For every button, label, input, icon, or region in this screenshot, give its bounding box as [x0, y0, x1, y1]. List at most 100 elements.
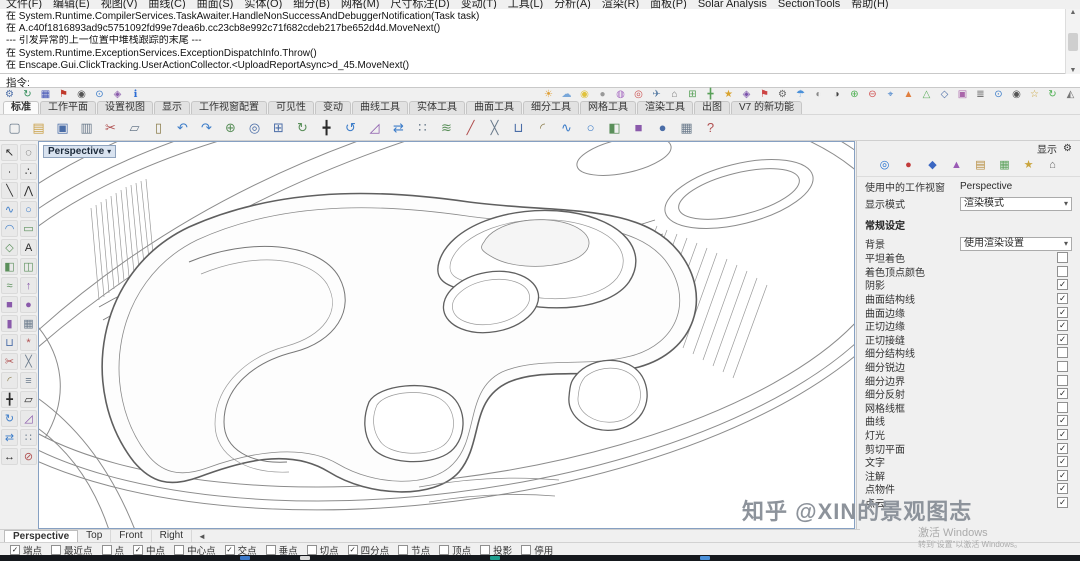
flag-icon[interactable]: ⚑	[758, 89, 771, 101]
redo-icon[interactable]: ↷	[196, 117, 217, 138]
new-file-icon[interactable]: ▢	[4, 117, 25, 138]
command-history[interactable]: 在 System.Runtime.CompilerServices.TaskAw…	[0, 9, 1066, 74]
toolbar-tab[interactable]: 曲面工具	[466, 101, 522, 114]
flag-icon[interactable]: ⚑	[57, 89, 70, 101]
snapshot-icon[interactable]: ◉	[1010, 89, 1023, 101]
offset-icon[interactable]: ≋	[436, 117, 457, 138]
toolbar-tab[interactable]: 出图	[694, 101, 730, 114]
toolbar-tab[interactable]: 可见性	[268, 101, 314, 114]
toolbar-tab[interactable]: 工作平面	[40, 101, 96, 114]
pan-icon[interactable]: ⊕	[220, 117, 241, 138]
gem-icon[interactable]: ◈	[111, 89, 124, 101]
lasso-icon[interactable]: ◌	[20, 144, 37, 161]
menu-item[interactable]: 实体(O)	[244, 0, 282, 9]
eye-icon[interactable]: ⊙	[93, 89, 106, 101]
toolbar-tab[interactable]: 标准	[3, 101, 39, 114]
background-select[interactable]: 使用渲染设置 ▾	[960, 236, 1072, 251]
crosshair-icon[interactable]: ⌖	[884, 89, 897, 101]
circle-icon[interactable]: ○	[20, 201, 37, 218]
surface-icon[interactable]: ◧	[604, 117, 625, 138]
mesh-icon[interactable]: ▦	[20, 315, 37, 332]
shade-left-icon[interactable]: ◐	[812, 89, 825, 101]
mirror-icon[interactable]: ⇄	[1, 429, 18, 446]
explode-icon[interactable]: *	[20, 334, 37, 351]
menu-item[interactable]: 工具(L)	[508, 0, 543, 9]
fillet-icon[interactable]: ◜	[1, 372, 18, 389]
display-option-checkbox[interactable]	[1057, 415, 1068, 427]
taskbar-app-indicator[interactable]	[700, 556, 710, 560]
menu-item[interactable]: 曲线(C)	[148, 0, 185, 9]
copy-icon[interactable]: ▱	[20, 391, 37, 408]
toolbar-tab[interactable]: 渲染工具	[637, 101, 693, 114]
display-option-checkbox[interactable]	[1057, 347, 1068, 359]
curve-icon[interactable]: ∿	[1, 201, 18, 218]
toolbar-tab[interactable]: 显示	[154, 101, 190, 114]
hide-icon[interactable]: ⊘	[20, 448, 37, 465]
dimension-icon[interactable]: ↔	[1, 448, 18, 465]
display-option-checkbox[interactable]	[1057, 374, 1068, 386]
line-icon[interactable]: ╲	[1, 182, 18, 199]
toolbar-tab[interactable]: 曲线工具	[352, 101, 408, 114]
display-option-checkbox[interactable]	[1057, 429, 1068, 441]
array-icon[interactable]: ∷	[412, 117, 433, 138]
grid-snap-icon[interactable]: ⊞	[686, 89, 699, 101]
bulb-icon[interactable]: ◉	[578, 89, 591, 101]
mesh-icon[interactable]: ▦	[676, 117, 697, 138]
taskbar-app-indicator[interactable]	[300, 556, 310, 560]
scroll-thumb[interactable]	[1068, 32, 1078, 51]
loft-icon[interactable]: ≈	[1, 277, 18, 294]
display-option-checkbox[interactable]	[1057, 442, 1068, 454]
chevron-down-icon[interactable]: ▾	[107, 147, 111, 156]
display-option-checkbox[interactable]	[1057, 401, 1068, 413]
sphere-icon[interactable]: ●	[652, 117, 673, 138]
osnap-checkbox[interactable]	[174, 544, 185, 555]
menu-item[interactable]: 变动(T)	[461, 0, 497, 9]
circle-icon[interactable]: ○	[580, 117, 601, 138]
display-option-checkbox[interactable]	[1057, 279, 1068, 291]
display-option-checkbox[interactable]	[1057, 320, 1068, 332]
plus-circle-icon[interactable]: ⊕	[848, 89, 861, 101]
square-icon[interactable]: ▣	[956, 89, 969, 101]
paste-icon[interactable]: ▯	[148, 117, 169, 138]
material-ball-icon[interactable]: ◍	[614, 89, 627, 101]
toolbar-tab[interactable]: 设置视图	[97, 101, 153, 114]
menu-item[interactable]: SectionTools	[778, 0, 840, 9]
camera-icon[interactable]: ◉	[75, 89, 88, 101]
split-icon[interactable]: ╳	[20, 353, 37, 370]
display-option-checkbox[interactable]	[1057, 293, 1068, 305]
move-icon[interactable]: ╋	[316, 117, 337, 138]
diamond-icon[interactable]: ◇	[938, 89, 951, 101]
join-icon[interactable]: ⊔	[508, 117, 529, 138]
trim-icon[interactable]: ✂	[1, 353, 18, 370]
minus-circle-icon[interactable]: ⊖	[866, 89, 879, 101]
menu-item[interactable]: 曲面(S)	[197, 0, 234, 9]
mirror-icon[interactable]: ⇄	[388, 117, 409, 138]
menu-item[interactable]: 编辑(E)	[53, 0, 90, 9]
osnap-checkbox[interactable]	[224, 544, 235, 555]
shade-right-icon[interactable]: ◑	[830, 89, 843, 101]
text-icon[interactable]: A	[20, 239, 37, 256]
print-icon[interactable]: ▥	[76, 117, 97, 138]
viewport-tab-scroll-icon[interactable]: ◄	[198, 532, 206, 541]
osnap-checkbox[interactable]	[10, 544, 20, 555]
display-option-checkbox[interactable]	[1057, 456, 1068, 468]
sphere-icon[interactable]: ●	[20, 296, 37, 313]
box-icon[interactable]: ■	[1, 296, 18, 313]
display-option-checkbox[interactable]	[1057, 483, 1068, 495]
rotate-icon[interactable]: ↺	[340, 117, 361, 138]
display-option-checkbox[interactable]	[1057, 333, 1068, 345]
sun-icon[interactable]: ☀	[542, 89, 555, 101]
help-panel-tab-icon[interactable]: ⌂	[1045, 158, 1060, 173]
add-icon[interactable]: ╋	[704, 89, 717, 101]
display-option-checkbox[interactable]	[1057, 265, 1068, 277]
polyline-icon[interactable]: ⋀	[20, 182, 37, 199]
point-cloud-icon[interactable]: ∴	[20, 163, 37, 180]
properties-panel-tab-icon[interactable]: ●	[901, 158, 916, 173]
walkthrough-icon[interactable]: ✈	[650, 89, 663, 101]
toolbar-tab[interactable]: 工作视窗配置	[191, 101, 267, 114]
scroll-down-icon[interactable]: ▼	[1070, 67, 1077, 74]
osnap-checkbox[interactable]	[306, 544, 317, 555]
osnap-checkbox[interactable]	[521, 544, 532, 555]
display-option-checkbox[interactable]	[1057, 496, 1068, 508]
osnap-checkbox[interactable]	[347, 544, 358, 555]
